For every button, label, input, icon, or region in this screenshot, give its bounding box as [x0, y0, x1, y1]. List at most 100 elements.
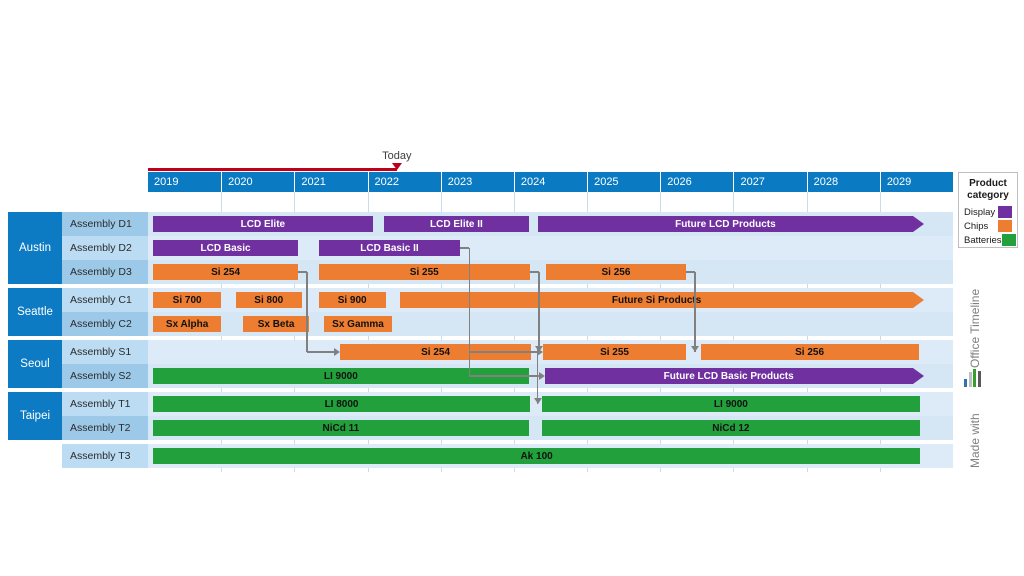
bar-si-900[interactable]: Si 900 [318, 292, 386, 308]
year-header-2019: 2019 [154, 176, 179, 188]
bar-lcd-elite-ii[interactable]: LCD Elite II [384, 216, 529, 232]
bar-li-8000[interactable]: LI 8000 [153, 396, 530, 412]
bar-si-254[interactable]: Si 254 [153, 264, 298, 280]
connector-5-arrowhead [533, 398, 542, 404]
row-label-assembly-d1: Assembly D1 [70, 218, 132, 230]
bar-label: Si 255 [409, 266, 439, 278]
bar-label: Future LCD Basic Products [663, 370, 794, 382]
year-header-2029: 2029 [879, 172, 953, 192]
bar-label: Si 254 [211, 266, 241, 278]
bar-si-256[interactable]: Si 256 [700, 344, 919, 360]
connector-3-arrowhead [690, 346, 699, 352]
office-timeline-logo-icon [962, 368, 984, 388]
bar-label: LCD Basic II [360, 242, 419, 254]
group-block-seoul: Seoul [8, 340, 62, 388]
year-header-2020: 2020 [221, 172, 294, 192]
row-label-assembly-t2: Assembly T2 [70, 422, 131, 434]
row-label-assembly-s1: Assembly S1 [70, 346, 132, 358]
connector-0-arrowhead [333, 348, 340, 356]
connector-4-run [469, 375, 539, 377]
bar-si-256[interactable]: Si 256 [546, 264, 686, 280]
bar-label: LCD Basic [200, 242, 251, 254]
bar-sx-alpha[interactable]: Sx Alpha [153, 316, 222, 332]
bar-li-9000[interactable]: LI 9000 [541, 396, 921, 412]
connector-0-run [307, 351, 334, 353]
bar-si-255[interactable]: Si 255 [318, 264, 530, 280]
bar-sx-gamma[interactable]: Sx Gamma [323, 316, 393, 332]
year-header-2021: 2021 [294, 172, 367, 192]
row-label-assembly-t1: Assembly T1 [70, 398, 131, 410]
connector-4-arrowhead [538, 372, 545, 380]
year-header-bar: 2019 2020 2021 2022 2023 2024 2025 2026 2027 2028… [148, 172, 953, 192]
bar-si-700[interactable]: Si 700 [153, 292, 222, 308]
group-block-seattle: Seattle [8, 288, 62, 336]
bar-lcd-basic-ii[interactable]: LCD Basic II [318, 240, 461, 256]
connector-1-run [469, 351, 538, 353]
bar-lcd-basic[interactable]: LCD Basic [153, 240, 298, 256]
bar-future-si-products[interactable]: Future Si Products [400, 292, 924, 308]
bar-ak-100[interactable]: Ak 100 [153, 448, 921, 464]
row-label-assembly-d2: Assembly D2 [70, 242, 132, 254]
bar-label: LCD Elite [240, 218, 286, 230]
legend-item-chips[interactable]: Chips [959, 219, 1017, 233]
bar-label: Si 255 [600, 346, 629, 358]
bar-sx-beta[interactable]: Sx Beta [243, 316, 309, 332]
connector-0-drop [306, 272, 308, 352]
bar-label: Si 900 [337, 294, 367, 306]
bar-label: LI 9000 [323, 370, 358, 382]
bar-label: NiCd 12 [712, 422, 750, 434]
year-header-2022: 2022 [367, 172, 441, 192]
bar-nicd-12[interactable]: NiCd 12 [541, 420, 921, 436]
bar-label: Si 700 [172, 294, 202, 306]
year-header-2024: 2024 [513, 172, 587, 192]
legend-swatch-batteries [1001, 234, 1016, 246]
legend-item-batteries[interactable]: Batteries [959, 233, 1017, 247]
legend-swatch-chips [998, 220, 1012, 232]
connector-3-drop [694, 272, 696, 352]
legend-title-line2: category [967, 190, 1009, 201]
bar-label: Ak 100 [520, 450, 553, 462]
connector-5-drop [536, 352, 539, 404]
bar-label: Future LCD Products [675, 218, 776, 230]
legend-title-line1: Product [969, 178, 1007, 189]
year-header-2028: 2028 [806, 172, 880, 192]
bar-label: Sx Alpha [165, 318, 209, 330]
row-label-assembly-s2: Assembly S2 [70, 370, 132, 382]
bar-si-800[interactable]: Si 800 [235, 292, 302, 308]
group-block-austin: Austin [8, 212, 62, 284]
bar-future-lcd-basic-products[interactable]: Future LCD Basic Products [544, 368, 924, 384]
row-label-assembly-t3: Assembly T3 [70, 450, 131, 462]
bar-label: Si 800 [254, 294, 284, 306]
connector-2-drop [538, 272, 540, 352]
bar-label: LI 8000 [324, 398, 359, 410]
today-label: Today [382, 150, 412, 162]
bar-label: NiCd 11 [322, 422, 360, 434]
group-block-taipei: Taipei [8, 392, 62, 440]
row-label-assembly-c2: Assembly C2 [70, 318, 132, 330]
bar-lcd-elite[interactable]: LCD Elite [153, 216, 373, 232]
legend-item-label: Display [964, 206, 996, 218]
bar-label: LI 9000 [713, 398, 748, 410]
today-marker-triangle [391, 163, 402, 170]
bar-label: Future Si Products [611, 294, 702, 306]
today-line [148, 168, 397, 171]
timeline-canvas: Today 2019 2020 2021 2022 2023 2024 2025 2026 202… [0, 0, 1024, 576]
bar-label: LCD Elite II [430, 218, 483, 230]
bar-label: Sx Beta [257, 318, 295, 330]
bar-label: Si 256 [601, 266, 631, 278]
bar-nicd-11[interactable]: NiCd 11 [153, 420, 529, 436]
year-header-2027: 2027 [733, 172, 806, 192]
row-label-assembly-c1: Assembly C1 [70, 294, 132, 306]
legend-swatch-display [998, 206, 1012, 218]
bar-label: Si 256 [795, 346, 825, 358]
bar-si-255[interactable]: Si 255 [543, 344, 686, 360]
bar-label: Si 254 [421, 346, 451, 358]
bar-label: Sx Gamma [332, 318, 384, 330]
bar-future-lcd-products[interactable]: Future LCD Products [538, 216, 924, 232]
legend-title: Product category [959, 173, 1017, 205]
row-label-assembly-d3: Assembly D3 [70, 266, 132, 278]
legend-item-display[interactable]: Display [959, 205, 1017, 219]
connector-4-drop [468, 248, 471, 376]
legend-item-label: Batteries [964, 234, 1002, 246]
year-header-2023: 2023 [440, 172, 514, 192]
